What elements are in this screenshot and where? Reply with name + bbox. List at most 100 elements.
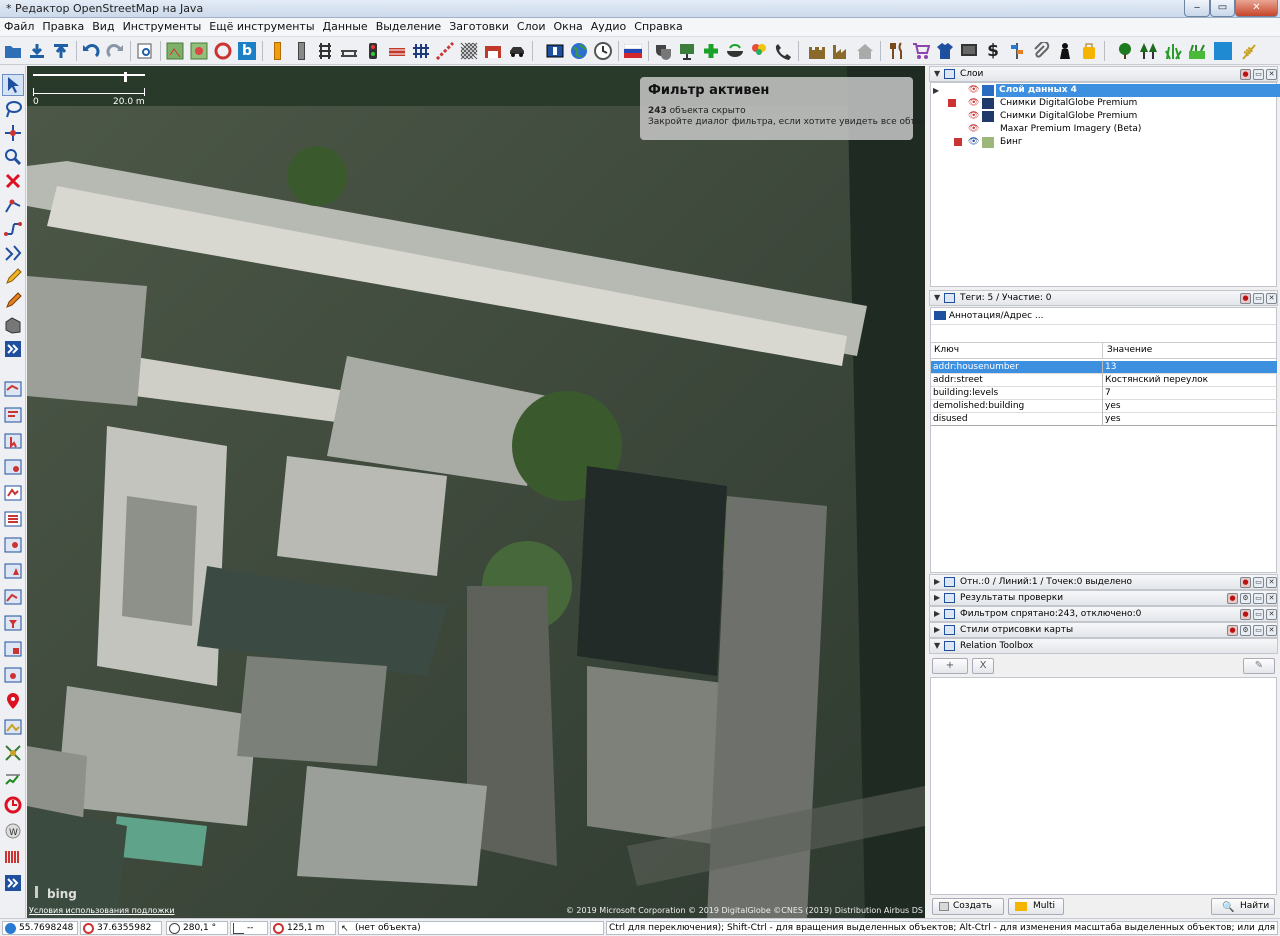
panel-close-icon[interactable]: ✕ xyxy=(1266,609,1277,620)
factory-icon[interactable] xyxy=(830,40,852,62)
toggle-gps-icon[interactable] xyxy=(2,742,24,764)
menu-selection[interactable]: Выделение xyxy=(372,18,446,33)
collapse-arrow-icon[interactable]: ▼ xyxy=(934,67,940,81)
toggle-barcode-icon[interactable] xyxy=(2,846,24,868)
close-window-button[interactable]: ✕ xyxy=(1235,0,1278,17)
lasso-tool-icon[interactable] xyxy=(2,98,24,120)
preset-info-icon[interactable] xyxy=(544,40,566,62)
relation-add-button[interactable]: + xyxy=(932,658,968,674)
panel-detach-icon[interactable]: ▭ xyxy=(1253,293,1264,304)
expand-arrow-icon[interactable]: ▶ xyxy=(934,623,940,637)
draw-node-icon[interactable] xyxy=(2,122,24,144)
imagery-icon-2[interactable] xyxy=(188,40,210,62)
validation-panel-header[interactable]: ▶ Результаты проверки ● ⚙ ▭ ✕ xyxy=(929,590,1278,606)
balloons-icon[interactable] xyxy=(748,40,770,62)
toggle-history-icon[interactable] xyxy=(2,508,24,530)
preset-fence-icon[interactable] xyxy=(410,40,432,62)
house-icon[interactable] xyxy=(854,40,876,62)
menu-file[interactable]: Файл xyxy=(0,18,38,33)
minimize-button[interactable]: ‒ xyxy=(1184,0,1210,17)
tag-value[interactable]: 7 xyxy=(1105,387,1111,399)
visibility-eye-icon[interactable]: 👁 xyxy=(968,85,979,95)
panel-help-icon[interactable]: ● xyxy=(1227,593,1238,604)
visibility-eye-icon[interactable]: 👁 xyxy=(968,98,979,108)
toggle-imagery-icon[interactable] xyxy=(2,716,24,738)
toggle-authors-icon[interactable] xyxy=(2,534,24,556)
luggage-icon[interactable] xyxy=(1078,40,1100,62)
tag-key[interactable]: disused xyxy=(933,413,968,425)
panel-help-icon[interactable]: ● xyxy=(1240,69,1251,80)
theatre-icon[interactable] xyxy=(652,40,674,62)
toggle-changesets-icon[interactable] xyxy=(2,768,24,790)
map-view[interactable]: 0 20.0 m Фильтр активен 243 объекта скры… xyxy=(27,66,925,918)
preset-garage-icon[interactable] xyxy=(482,40,504,62)
layer-row[interactable]: 👁 Бинг xyxy=(944,136,1276,149)
tags-panel-header[interactable]: ▼ Теги: 5 / Участие: 0 ● ▭ ✕ xyxy=(929,290,1278,306)
preset-highway-icon[interactable] xyxy=(266,40,288,62)
paperclip-icon[interactable] xyxy=(1030,40,1052,62)
open-file-icon[interactable] xyxy=(2,40,24,62)
wheat-icon[interactable] xyxy=(1238,40,1260,62)
preset-line-icon[interactable] xyxy=(434,40,456,62)
tag-value-column-header[interactable]: Значение xyxy=(1107,343,1152,358)
undo-icon[interactable] xyxy=(80,40,102,62)
find-button[interactable]: 🔍 Найти xyxy=(1211,898,1275,915)
grass-icon[interactable] xyxy=(1162,40,1184,62)
visibility-eye-icon[interactable]: 👁 xyxy=(968,137,979,147)
panel-close-icon[interactable]: ✕ xyxy=(1266,69,1277,80)
water-icon[interactable] xyxy=(1212,40,1234,62)
visibility-eye-icon[interactable]: 👁 xyxy=(968,124,979,134)
preset-road-icon[interactable] xyxy=(290,40,312,62)
menu-view[interactable]: Вид xyxy=(88,18,118,33)
layers-panel-header[interactable]: ▼ Слои ● ▭ ✕ xyxy=(929,66,1278,82)
building-tool-icon[interactable] xyxy=(2,314,24,336)
panel-close-icon[interactable]: ✕ xyxy=(1266,577,1277,588)
food-bowl-icon[interactable] xyxy=(724,40,746,62)
panel-help-icon[interactable]: ● xyxy=(1227,625,1238,636)
phone-icon[interactable] xyxy=(772,40,794,62)
visibility-eye-icon[interactable]: 👁 xyxy=(968,111,979,121)
redo-icon[interactable] xyxy=(104,40,126,62)
menu-edit[interactable]: Правка xyxy=(38,18,88,33)
expand-arrow-icon[interactable]: ▶ xyxy=(934,575,940,589)
restaurant-icon[interactable] xyxy=(886,40,908,62)
menu-presets[interactable]: Заготовки xyxy=(445,18,513,33)
toggle-notes-icon[interactable] xyxy=(2,664,24,686)
menu-data[interactable]: Данные xyxy=(319,18,372,33)
toggle-validator-icon[interactable] xyxy=(2,560,24,582)
panel-detach-icon[interactable]: ▭ xyxy=(1253,577,1264,588)
panel-settings-icon[interactable]: ⚙ xyxy=(1240,593,1251,604)
preset-rail-icon[interactable] xyxy=(314,40,336,62)
preset-bridge-icon[interactable] xyxy=(338,40,360,62)
create-button[interactable]: Создать xyxy=(932,898,1004,915)
signpost-icon[interactable] xyxy=(1006,40,1028,62)
toggle-tags-icon[interactable] xyxy=(2,404,24,426)
tag-value[interactable]: 13 xyxy=(1105,361,1116,373)
expand-arrow-icon[interactable]: ▶ xyxy=(934,607,940,621)
health-plus-icon[interactable] xyxy=(700,40,722,62)
relation-edit-button[interactable]: ✎ xyxy=(1243,658,1275,674)
multi-button[interactable]: Multi xyxy=(1008,898,1064,915)
panel-close-icon[interactable]: ✕ xyxy=(1266,625,1277,636)
zoom-tool-icon[interactable] xyxy=(2,146,24,168)
relation-toolbox-header[interactable]: ▼ Relation Toolbox xyxy=(929,638,1278,654)
delete-tool-icon[interactable] xyxy=(2,170,24,192)
person-icon[interactable] xyxy=(1054,40,1076,62)
expand-arrow-icon[interactable]: ▶ xyxy=(934,591,940,605)
combine-way-icon[interactable] xyxy=(2,218,24,240)
clothes-shop-icon[interactable] xyxy=(934,40,956,62)
meadow-icon[interactable] xyxy=(1186,40,1208,62)
collapse-arrow-icon[interactable]: ▼ xyxy=(934,291,940,305)
preset-traffic-light-icon[interactable] xyxy=(362,40,384,62)
tag-value[interactable]: yes xyxy=(1105,400,1121,412)
filter-panel-header[interactable]: ▶ Фильтром спрятано:243, отключено:0 ● ▭… xyxy=(929,606,1278,622)
clock-icon[interactable] xyxy=(592,40,614,62)
more-panels-icon[interactable] xyxy=(2,872,24,894)
panel-close-icon[interactable]: ✕ xyxy=(1266,593,1277,604)
panel-detach-icon[interactable]: ▭ xyxy=(1253,593,1264,604)
menu-windows[interactable]: Окна xyxy=(550,18,587,33)
table-row[interactable]: demolished:building yes xyxy=(931,400,1277,413)
russian-flag-icon[interactable] xyxy=(622,40,644,62)
tree-icon[interactable] xyxy=(1114,40,1136,62)
table-row[interactable]: disused yes xyxy=(931,413,1277,426)
